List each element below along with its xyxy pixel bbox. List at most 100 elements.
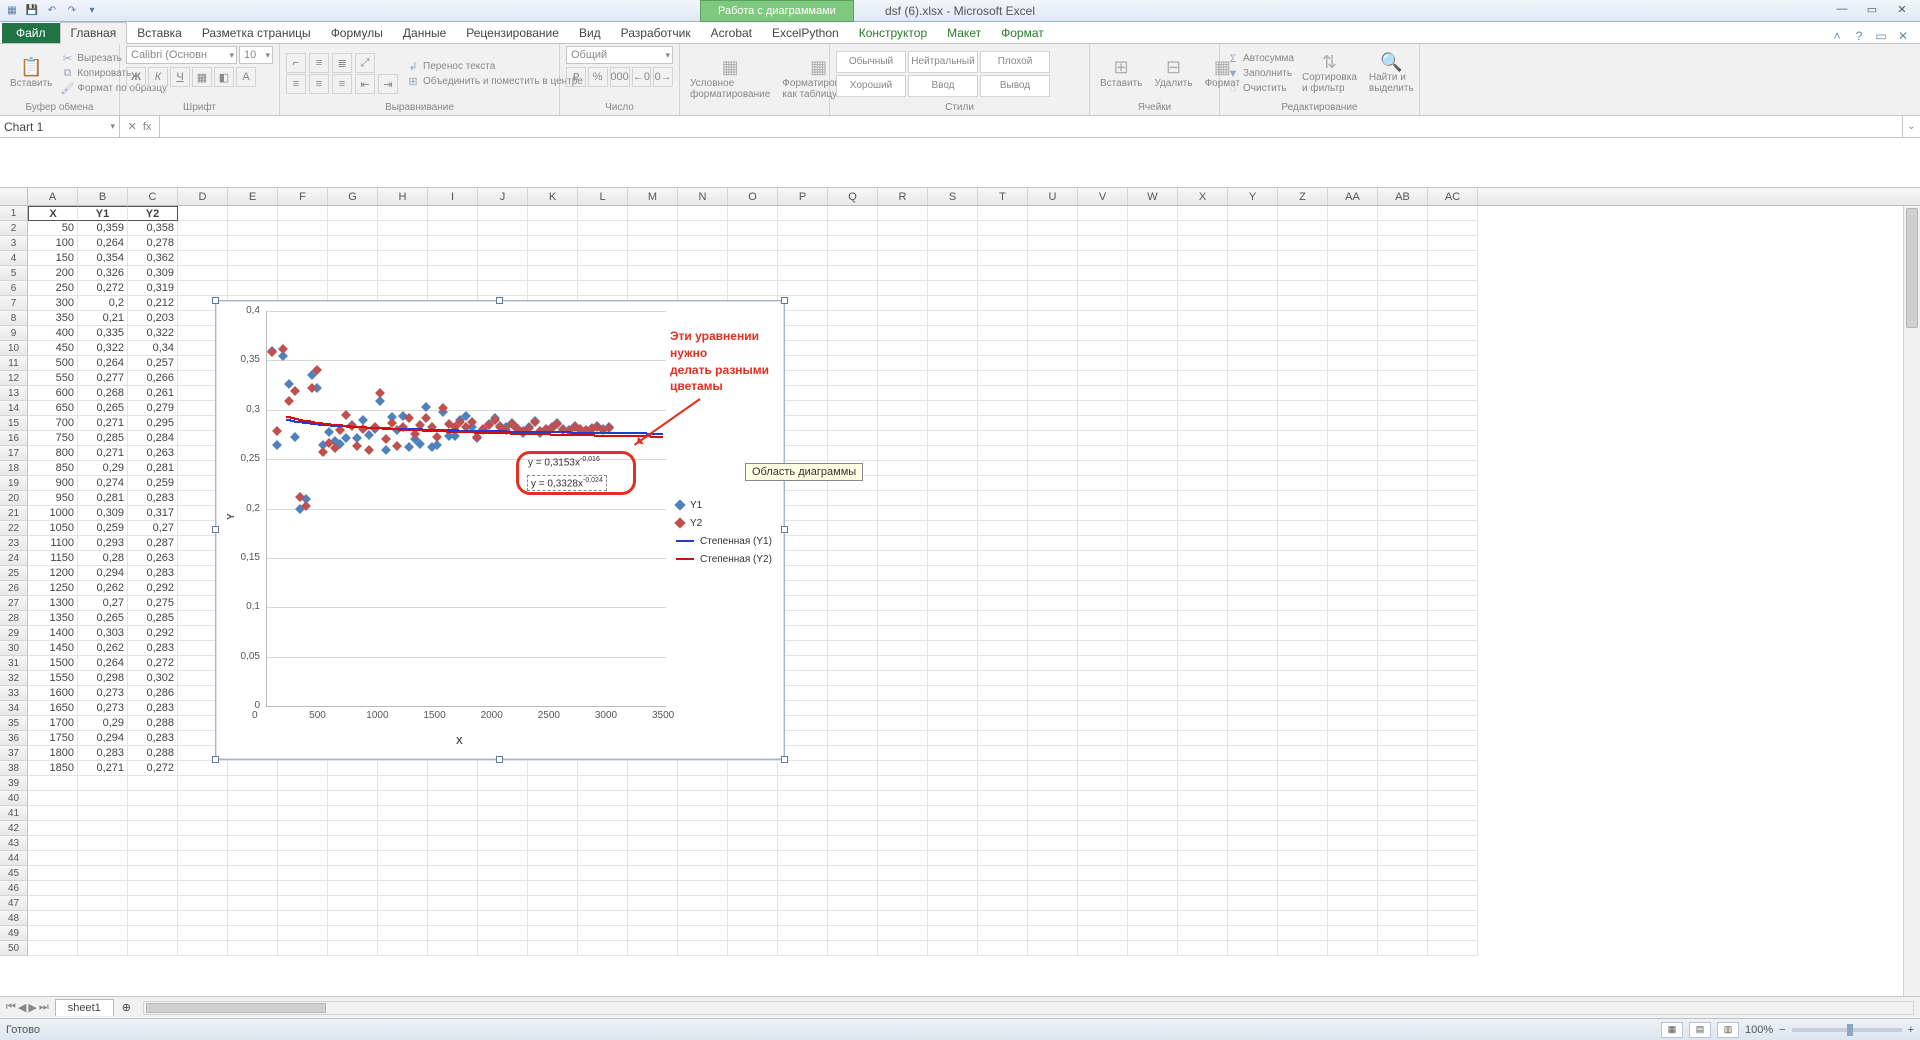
cell[interactable] xyxy=(978,911,1028,926)
cell[interactable] xyxy=(578,896,628,911)
cell[interactable] xyxy=(1378,251,1428,266)
cell[interactable] xyxy=(228,851,278,866)
cell[interactable] xyxy=(1278,656,1328,671)
cell[interactable] xyxy=(528,761,578,776)
cell[interactable] xyxy=(928,536,978,551)
cell[interactable] xyxy=(978,311,1028,326)
cell[interactable] xyxy=(1278,701,1328,716)
data-point[interactable] xyxy=(421,413,431,423)
column-header[interactable]: X xyxy=(1178,188,1228,205)
cell[interactable] xyxy=(128,791,178,806)
cell[interactable] xyxy=(1228,656,1278,671)
fx-icon[interactable]: fx xyxy=(143,121,152,133)
row-header[interactable]: 20 xyxy=(0,491,28,506)
cell[interactable]: 1050 xyxy=(28,521,78,536)
style-cell[interactable]: Нейтральный xyxy=(908,51,978,73)
cell[interactable] xyxy=(1228,851,1278,866)
cell[interactable] xyxy=(878,236,928,251)
cell[interactable] xyxy=(1028,851,1078,866)
cell[interactable] xyxy=(428,791,478,806)
cell[interactable] xyxy=(1078,281,1128,296)
cell[interactable] xyxy=(1228,431,1278,446)
cell[interactable] xyxy=(678,851,728,866)
cell[interactable] xyxy=(1378,596,1428,611)
cell[interactable] xyxy=(978,281,1028,296)
cell[interactable] xyxy=(1428,491,1478,506)
cell[interactable] xyxy=(528,911,578,926)
cell[interactable] xyxy=(1128,446,1178,461)
cell[interactable] xyxy=(828,206,878,221)
cell[interactable] xyxy=(828,506,878,521)
cell[interactable]: 250 xyxy=(28,281,78,296)
cell[interactable] xyxy=(578,251,628,266)
cell[interactable] xyxy=(778,626,828,641)
cell[interactable] xyxy=(1228,566,1278,581)
cell[interactable]: 0,294 xyxy=(78,566,128,581)
cell[interactable] xyxy=(1128,836,1178,851)
cell[interactable] xyxy=(328,776,378,791)
cell[interactable] xyxy=(228,866,278,881)
row-header[interactable]: 30 xyxy=(0,641,28,656)
cell[interactable] xyxy=(1378,626,1428,641)
cell[interactable] xyxy=(1428,431,1478,446)
row-header[interactable]: 22 xyxy=(0,521,28,536)
cell[interactable] xyxy=(528,236,578,251)
cell[interactable] xyxy=(1428,866,1478,881)
cell[interactable] xyxy=(678,761,728,776)
cell[interactable] xyxy=(628,281,678,296)
cell[interactable] xyxy=(1128,926,1178,941)
cell[interactable] xyxy=(928,896,978,911)
cell[interactable] xyxy=(1378,941,1428,956)
cell[interactable] xyxy=(178,266,228,281)
cell[interactable] xyxy=(28,881,78,896)
cell[interactable] xyxy=(428,236,478,251)
cell[interactable] xyxy=(1278,776,1328,791)
cell[interactable] xyxy=(1028,401,1078,416)
cell[interactable] xyxy=(1028,251,1078,266)
cell[interactable]: 0,2 xyxy=(78,296,128,311)
cell[interactable] xyxy=(928,686,978,701)
cell[interactable] xyxy=(978,491,1028,506)
cell[interactable]: 0,288 xyxy=(128,716,178,731)
cell[interactable] xyxy=(1278,866,1328,881)
cell[interactable] xyxy=(878,911,928,926)
cell[interactable]: 0,292 xyxy=(128,626,178,641)
cell[interactable]: 1750 xyxy=(28,731,78,746)
cell[interactable] xyxy=(978,206,1028,221)
cell[interactable] xyxy=(1428,896,1478,911)
cell[interactable] xyxy=(878,221,928,236)
cell[interactable] xyxy=(378,236,428,251)
cell[interactable] xyxy=(128,806,178,821)
cell[interactable] xyxy=(1078,251,1128,266)
cell[interactable] xyxy=(1378,611,1428,626)
cell[interactable] xyxy=(1178,581,1228,596)
cell[interactable] xyxy=(1328,431,1378,446)
cell[interactable] xyxy=(1328,941,1378,956)
cell[interactable] xyxy=(278,941,328,956)
cell[interactable] xyxy=(1328,761,1378,776)
zoom-in-button[interactable]: + xyxy=(1908,1024,1914,1036)
cell[interactable] xyxy=(1278,626,1328,641)
cell[interactable] xyxy=(878,446,928,461)
cell[interactable] xyxy=(1178,911,1228,926)
cell[interactable] xyxy=(778,506,828,521)
cell[interactable] xyxy=(1428,356,1478,371)
cell[interactable] xyxy=(778,206,828,221)
cell[interactable] xyxy=(478,236,528,251)
dec-decimal-button[interactable]: 0→ xyxy=(653,67,673,87)
align-middle-button[interactable]: ≡ xyxy=(309,53,329,73)
cell[interactable]: 150 xyxy=(28,251,78,266)
row-header[interactable]: 1 xyxy=(0,206,28,221)
sort-filter-button[interactable]: ⇅Сортировка и фильтр xyxy=(1298,51,1361,97)
cell[interactable] xyxy=(1378,371,1428,386)
cell[interactable]: 0,298 xyxy=(78,671,128,686)
cell[interactable] xyxy=(1228,821,1278,836)
cell[interactable] xyxy=(1328,371,1378,386)
cell[interactable] xyxy=(428,881,478,896)
cell[interactable] xyxy=(178,251,228,266)
cell[interactable] xyxy=(978,236,1028,251)
fill-button[interactable]: ▼Заполнить xyxy=(1226,67,1294,81)
italic-button[interactable]: К xyxy=(148,67,168,87)
cell[interactable] xyxy=(1428,686,1478,701)
cell[interactable] xyxy=(328,896,378,911)
